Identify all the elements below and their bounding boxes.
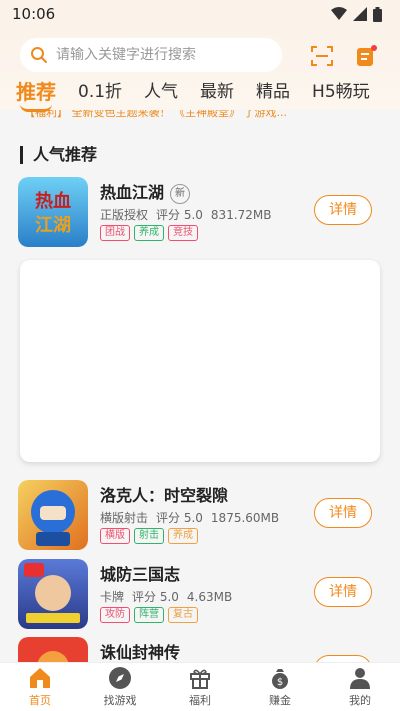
tab-recommend[interactable]: 推荐 (16, 80, 56, 112)
game-name: 城防三国志 (100, 565, 181, 584)
game-tag: 养成 (168, 528, 198, 544)
game-icon (18, 480, 88, 550)
nav-welfare[interactable]: 福利 (160, 663, 240, 711)
tab-popular[interactable]: 人气 (144, 80, 178, 104)
header: 推荐 0.1折 人气 最新 精品 H5畅玩 (0, 28, 400, 112)
game-tags: 横版 射击 养成 (100, 528, 198, 544)
svg-text:$: $ (277, 677, 283, 688)
game-meta: 横版射击 评分 5.0 1875.60MB (100, 511, 280, 525)
tab-newest[interactable]: 最新 (200, 80, 234, 104)
game-icon (18, 559, 88, 629)
detail-button[interactable]: 详情 (314, 655, 372, 662)
nav-find-games[interactable]: 找游戏 (80, 663, 160, 711)
money-bag-icon: $ (272, 669, 288, 689)
game-name: 热血江湖新 (100, 179, 191, 204)
section-title: 人气推荐 (20, 146, 97, 164)
game-tag: 横版 (100, 528, 130, 544)
detail-button[interactable]: 详情 (314, 195, 372, 225)
user-icon (350, 668, 370, 689)
detail-button[interactable]: 详情 (314, 498, 372, 528)
tab-premium[interactable]: 精品 (256, 80, 290, 104)
signal-icon (353, 7, 367, 21)
game-icon: 热血 江湖 (18, 177, 88, 247)
game-tag: 竞技 (168, 225, 198, 241)
status-time: 10:06 (12, 5, 56, 23)
game-name: 洛克人：时空裂隙 (100, 486, 229, 505)
game-tag: 射击 (134, 528, 164, 544)
home-icon (30, 668, 50, 688)
game-tag: 阵营 (134, 607, 164, 623)
svg-text:热血: 热血 (35, 190, 71, 212)
detail-button[interactable]: 详情 (314, 577, 372, 607)
new-badge: 新 (170, 184, 191, 204)
game-tag: 攻防 (100, 607, 130, 623)
bottom-nav: 首页 找游戏 福利 $ 赚金 我的 (0, 662, 400, 711)
category-tabs: 推荐 0.1折 人气 最新 精品 H5畅玩 (16, 80, 392, 112)
search-bar[interactable] (20, 38, 282, 72)
nav-home[interactable]: 首页 (0, 663, 80, 711)
wifi-icon (331, 7, 347, 20)
search-input[interactable] (56, 47, 256, 63)
search-icon (31, 47, 47, 63)
battery-icon (373, 6, 382, 22)
tab-discount[interactable]: 0.1折 (78, 80, 122, 104)
game-tag: 团战 (100, 225, 130, 241)
message-icon[interactable] (354, 44, 378, 68)
game-item[interactable]: 诛仙封神传 详情 (18, 637, 382, 662)
game-meta: 正版授权 评分 5.0 831.72MB (100, 208, 272, 222)
game-tags: 攻防 阵营 复古 (100, 607, 198, 623)
game-meta: 卡牌 评分 5.0 4.63MB (100, 590, 233, 604)
game-item[interactable]: 洛克人：时空裂隙 横版射击 评分 5.0 1875.60MB 横版 射击 养成 详情 (18, 480, 382, 550)
game-item[interactable]: 热血 江湖 热血江湖新 正版授权 评分 5.0 831.72MB 团战 养成 竞技 … (18, 177, 382, 247)
status-bar: 10:06 (0, 0, 400, 28)
tab-h5[interactable]: H5畅玩 (312, 80, 370, 104)
nav-profile[interactable]: 我的 (320, 663, 400, 711)
svg-text:江湖: 江湖 (35, 215, 71, 236)
game-name: 诛仙封神传 (100, 643, 181, 662)
scan-icon[interactable] (310, 44, 334, 68)
nav-earn[interactable]: $ 赚金 (240, 663, 320, 711)
compass-icon (109, 667, 131, 689)
status-icons (331, 6, 382, 22)
game-tag: 养成 (134, 225, 164, 241)
game-item[interactable]: 城防三国志 卡牌 评分 5.0 4.63MB 攻防 阵营 复古 详情 (18, 559, 382, 629)
game-tag: 复古 (168, 607, 198, 623)
game-tags: 团战 养成 竞技 (100, 225, 198, 241)
game-icon (18, 637, 88, 662)
gift-icon (190, 669, 210, 689)
announcement-banner[interactable]: 【福利】 全新变色主题来袭！ 《主神殿堂》 了游戏... (24, 110, 376, 122)
ad-card[interactable] (20, 260, 380, 462)
